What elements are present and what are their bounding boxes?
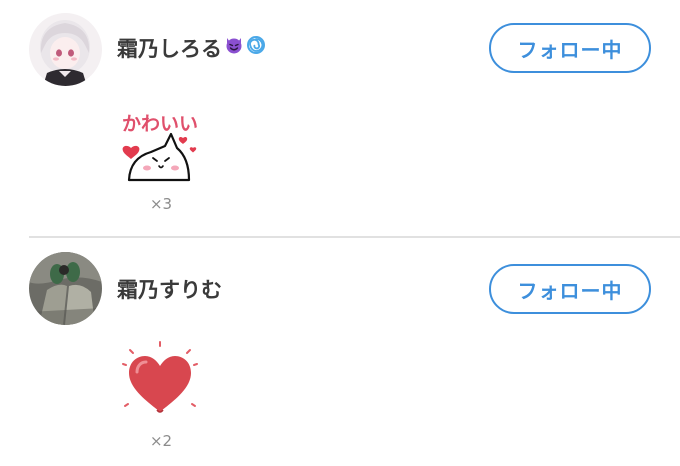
smiling-devil-emoji-icon bbox=[224, 33, 244, 63]
follower-reaction-list: 霜乃しろる フォロー中 かわいい かわいい ×3 霜乃すりむ フォロー中 ×2 bbox=[0, 0, 680, 466]
red-heart-sticker-icon bbox=[117, 340, 203, 420]
cyclone-emoji-icon bbox=[246, 33, 266, 63]
avatar[interactable] bbox=[29, 252, 102, 325]
shoes-photo-avatar-image bbox=[29, 252, 102, 325]
anime-girl-avatar-image bbox=[29, 13, 102, 86]
username-text: 霜乃すりむ bbox=[117, 278, 222, 302]
following-button-label: フォロー中 bbox=[517, 37, 623, 62]
username[interactable]: 霜乃すりむ bbox=[117, 275, 222, 305]
username[interactable]: 霜乃しろる bbox=[117, 34, 266, 65]
sticker-caption: かわいい bbox=[122, 113, 198, 135]
kawaii-cat-sticker-icon: かわいい かわいい bbox=[117, 108, 203, 188]
reaction-count: ×2 bbox=[149, 432, 173, 450]
following-button[interactable]: フォロー中 bbox=[489, 23, 651, 73]
following-button-label: フォロー中 bbox=[517, 278, 623, 303]
avatar[interactable] bbox=[29, 13, 102, 86]
reaction-list-item: 霜乃しろる フォロー中 かわいい かわいい ×3 bbox=[0, 0, 680, 236]
username-text: 霜乃しろる bbox=[117, 37, 222, 61]
reaction-count: ×3 bbox=[149, 195, 173, 213]
reaction-list-item: 霜乃すりむ フォロー中 ×2 bbox=[0, 238, 680, 466]
following-button[interactable]: フォロー中 bbox=[489, 264, 651, 314]
